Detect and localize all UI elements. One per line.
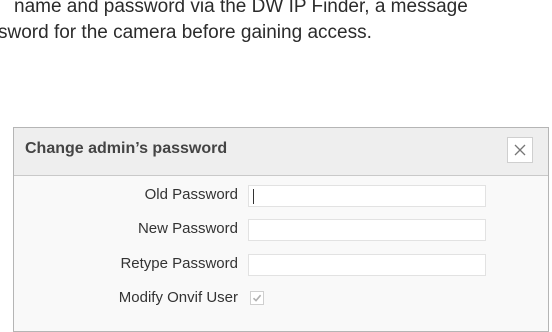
new-password-row: New Password <box>14 219 548 241</box>
intro-line-1: name and password via the DW IP Finder, … <box>14 0 468 17</box>
retype-password-input[interactable] <box>248 254 486 276</box>
modify-onvif-label: Modify Onvif User <box>118 289 238 306</box>
new-password-input[interactable] <box>248 219 486 241</box>
retype-password-row: Retype Password <box>14 254 548 276</box>
modify-onvif-checkbox[interactable] <box>250 291 264 305</box>
intro-line-2: sword for the camera before gaining acce… <box>0 22 372 43</box>
dialog-body: Old Password New Password Retype Passwor… <box>14 176 548 331</box>
old-password-row: Old Password <box>14 185 548 207</box>
retype-password-label: Retype Password <box>120 255 238 272</box>
old-password-label: Old Password <box>144 186 238 203</box>
old-password-input[interactable] <box>248 185 486 207</box>
dialog-title: Change admin’s password <box>25 140 228 157</box>
new-password-label: New Password <box>137 220 238 237</box>
close-button[interactable] <box>507 137 533 163</box>
close-icon <box>514 144 526 156</box>
text-caret <box>253 189 254 204</box>
modify-onvif-row: Modify Onvif User <box>14 288 548 310</box>
change-password-dialog: Change admin’s password Old Password New… <box>13 127 549 332</box>
check-icon <box>252 294 262 302</box>
dialog-titlebar: Change admin’s password <box>14 128 548 176</box>
